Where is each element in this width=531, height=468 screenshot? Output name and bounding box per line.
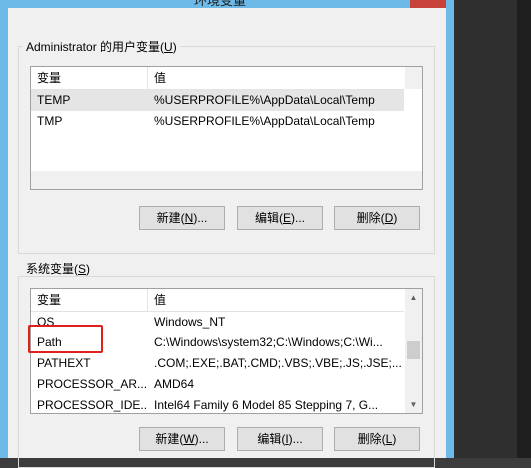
- variable-value: Windows_NT: [154, 315, 226, 329]
- user-vars-list[interactable]: 变量 值 TEMP %USERPROFILE%\AppData\Local\Te…: [30, 66, 423, 190]
- variable-name: PROCESSOR_AR...: [37, 377, 147, 391]
- background-window: [454, 0, 531, 458]
- variable-name: PROCESSOR_IDE...: [37, 398, 147, 412]
- system-edit-button[interactable]: 编辑(I)...: [237, 427, 323, 451]
- list-item[interactable]: PROCESSOR_IDE... Intel64 Family 6 Model …: [31, 395, 404, 413]
- system-vars-group-label: 系统变量(S): [23, 262, 94, 276]
- system-delete-button[interactable]: 删除(L): [334, 427, 420, 451]
- scroll-down-arrow-icon[interactable]: ▼: [405, 396, 422, 413]
- scroll-thumb[interactable]: [407, 341, 420, 359]
- window-frame-left: [0, 0, 8, 458]
- column-header-variable[interactable]: 变量: [31, 67, 148, 89]
- list-item[interactable]: TMP %USERPROFILE%\AppData\Local\Temp: [31, 111, 404, 132]
- path-highlight-box: [28, 325, 103, 353]
- system-vars-list-header: 变量 值: [31, 289, 404, 312]
- environment-variables-dialog: Administrator 的用户变量(U) 变量 值 TEMP %USERPR…: [8, 8, 446, 468]
- user-edit-button[interactable]: 编辑(E)...: [237, 206, 323, 230]
- variable-name: TEMP: [37, 93, 71, 107]
- column-header-value[interactable]: 值: [148, 67, 404, 89]
- title-bar[interactable]: 环境变量: [8, 0, 446, 8]
- list-item[interactable]: PROCESSOR_AR... AMD64: [31, 374, 404, 395]
- user-vars-group-label: Administrator 的用户变量(U): [23, 40, 180, 54]
- variable-value: C:\Windows\system32;C:\Windows;C:\Wi...: [154, 335, 383, 349]
- close-button[interactable]: [410, 0, 446, 8]
- user-vars-hscrollbar[interactable]: [31, 171, 422, 189]
- variable-value: .COM;.EXE;.BAT;.CMD;.VBS;.VBE;.JS;.JSE;.…: [154, 356, 402, 370]
- variable-value: %USERPROFILE%\AppData\Local\Temp: [154, 114, 375, 128]
- column-header-value[interactable]: 值: [148, 289, 404, 311]
- window-title: 环境变量: [194, 0, 247, 8]
- variable-value: %USERPROFILE%\AppData\Local\Temp: [154, 93, 375, 107]
- list-item[interactable]: PATHEXT .COM;.EXE;.BAT;.CMD;.VBS;.VBE;.J…: [31, 353, 404, 374]
- system-vars-vscrollbar[interactable]: ▲ ▼: [405, 289, 422, 413]
- variable-name: TMP: [37, 114, 63, 128]
- window-frame-right: [446, 0, 454, 458]
- variable-name: PATHEXT: [37, 356, 91, 370]
- column-header-variable[interactable]: 变量: [31, 289, 148, 311]
- user-vars-list-header: 变量 值: [31, 67, 404, 90]
- user-delete-button[interactable]: 删除(D): [334, 206, 420, 230]
- list-item[interactable]: TEMP %USERPROFILE%\AppData\Local\Temp: [31, 90, 404, 111]
- variable-value: Intel64 Family 6 Model 85 Stepping 7, G.…: [154, 398, 379, 412]
- scroll-up-arrow-icon[interactable]: ▲: [405, 289, 422, 306]
- variable-value: AMD64: [154, 377, 195, 391]
- user-new-button[interactable]: 新建(N)...: [139, 206, 225, 230]
- user-vars-scroll-corner: [405, 67, 422, 89]
- system-new-button[interactable]: 新建(W)...: [139, 427, 225, 451]
